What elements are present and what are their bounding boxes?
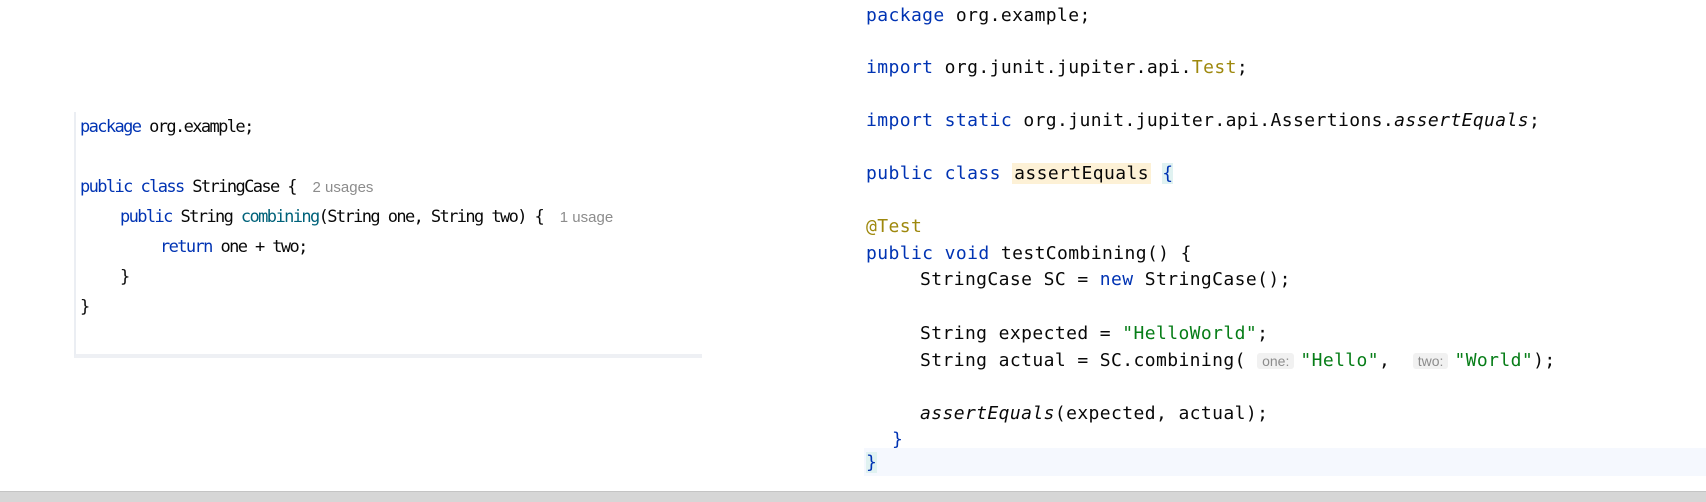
code-line-class: public class StringCase { 2 usages (80, 172, 373, 202)
import-package: org.junit.jupiter.api. (933, 57, 1192, 78)
keyword-return: return (160, 237, 213, 257)
semicolon: ; (1236, 57, 1249, 78)
code-line-close-method: } (120, 262, 130, 292)
variable-declaration: StringCase SC = (920, 269, 1100, 290)
keyword-new: new (1099, 269, 1134, 290)
closing-brace: } (80, 297, 90, 317)
constructor-call: StringCase(); (1133, 269, 1291, 290)
method-return-type: String (171, 207, 241, 227)
keyword-public: public (866, 163, 934, 184)
code-line-return: return one + two; (160, 232, 308, 262)
comma: , (1379, 350, 1402, 371)
keyword-import-static: import static (866, 110, 1013, 131)
code-line-annotation: @Test (866, 213, 922, 241)
parameter-hint-two: two: (1412, 353, 1449, 369)
code-line-new-instance: StringCase SC = new StringCase(); (920, 266, 1291, 294)
keyword-public: public (866, 243, 934, 264)
class-name: StringCase { (183, 177, 305, 197)
method-params: (String one, String two) { (318, 207, 552, 227)
left-code-editor[interactable]: package org.example; public class String… (74, 112, 702, 358)
code-line-import: import org.junit.jupiter.api.Test; (866, 54, 1248, 82)
import-class-test: Test (1191, 57, 1237, 78)
static-import-method: assertEquals (1394, 110, 1529, 131)
return-expression: one + two; (211, 237, 308, 257)
code-line-expected: String expected = "HelloWorld"; (920, 320, 1268, 348)
usages-hint[interactable]: 1 usage (560, 209, 613, 226)
right-code-editor[interactable]: package org.example; import org.junit.ju… (864, 0, 1706, 480)
code-line-close-class: } (80, 292, 90, 322)
code-line-method: public String combining(String one, Stri… (120, 202, 613, 232)
closing-brace-matched: } (866, 452, 878, 473)
code-line-method: public void testCombining() { (866, 240, 1192, 268)
usages-hint[interactable]: 2 usages (313, 179, 374, 196)
bottom-status-bar (0, 491, 1706, 502)
keyword-public: public (80, 177, 133, 197)
keyword-class: class (140, 177, 185, 197)
variable-declaration: String actual = SC.combining( (920, 350, 1258, 371)
code-line-close-method: } (892, 426, 903, 454)
code-line-class: public class assertEquals { (866, 160, 1174, 188)
code-line-package: package org.example; (866, 2, 1091, 30)
open-brace-matched: { (1162, 163, 1174, 184)
method-name: combining (240, 207, 320, 227)
code-line-close-class: } (866, 449, 878, 477)
static-import-package: org.junit.jupiter.api.Assertions. (1012, 110, 1395, 131)
parameter-hint-one: one: (1257, 353, 1295, 369)
close-call: ); (1533, 350, 1556, 371)
assert-method-call: assertEquals (920, 403, 1055, 424)
keyword-public: public (120, 207, 173, 227)
code-line-assert: assertEquals(expected, actual); (920, 400, 1268, 428)
class-name-highlighted: assertEquals (1012, 163, 1151, 184)
string-literal: "HelloWorld" (1122, 323, 1258, 344)
annotation-test: @Test (866, 216, 923, 237)
keyword-package: package (866, 5, 945, 26)
code-line-package: package org.example; (80, 112, 254, 142)
keyword-void: void (944, 243, 990, 264)
closing-brace: } (120, 267, 130, 287)
method-signature: testCombining() { (989, 243, 1192, 264)
keyword-package: package (80, 117, 142, 137)
package-name: org.example; (140, 117, 254, 137)
keyword-class: class (944, 163, 1001, 184)
code-line-actual: String actual = SC.combining( one: "Hello… (920, 347, 1556, 375)
string-literal: "Hello" (1300, 350, 1380, 371)
semicolon: ; (1529, 110, 1541, 131)
variable-declaration: String expected = (920, 323, 1123, 344)
package-name: org.example; (944, 5, 1091, 26)
caret-line-highlight (864, 448, 1706, 476)
keyword-import: import (866, 57, 934, 78)
code-line-import-static: import static org.junit.jupiter.api.Asse… (866, 107, 1540, 135)
closing-brace: } (892, 429, 904, 450)
string-literal: "World" (1454, 350, 1534, 371)
assert-arguments: (expected, actual); (1054, 403, 1269, 424)
semicolon: ; (1257, 323, 1269, 344)
